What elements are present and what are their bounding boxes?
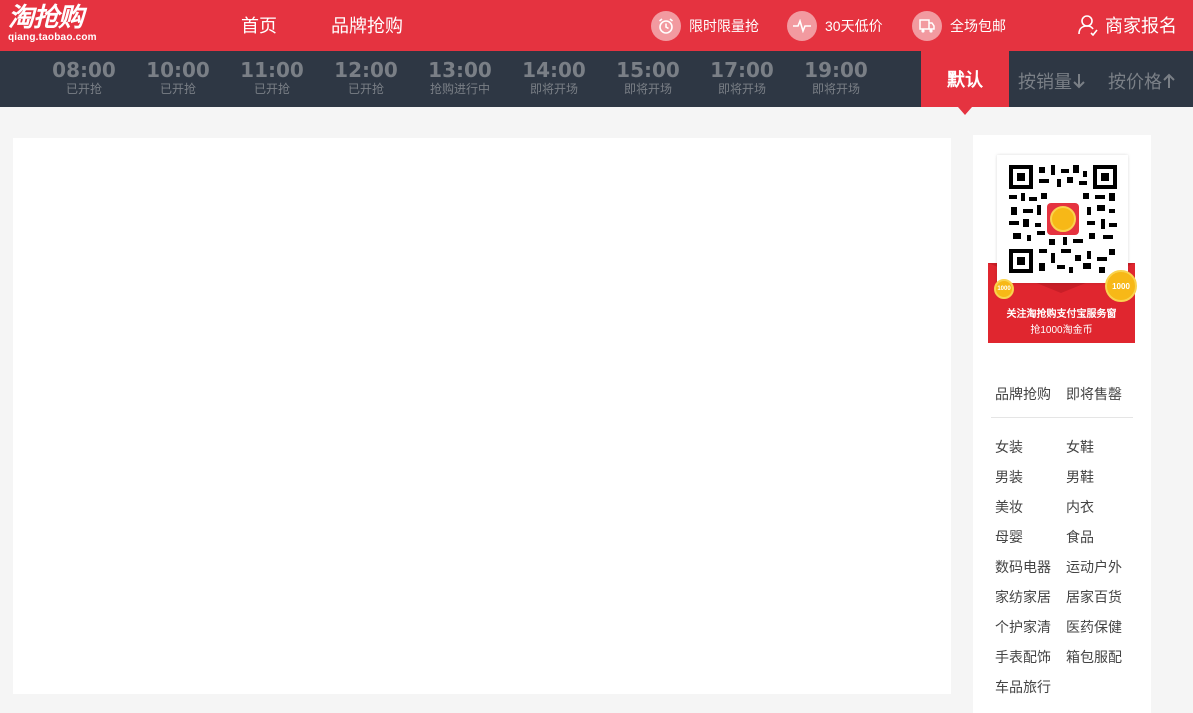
timeslot-item[interactable]: 15:00 即将开场 <box>603 59 693 97</box>
timeslot-item[interactable]: 14:00 即将开场 <box>509 59 599 97</box>
category-link[interactable]: 箱包服配 <box>1066 647 1122 667</box>
sidebar-link-almost-sold-out[interactable]: 即将售罄 <box>1066 384 1122 404</box>
feature-label: 全场包邮 <box>950 18 1006 34</box>
timeslot-time: 15:00 <box>616 58 680 82</box>
timeslot-status: 即将开场 <box>717 82 766 96</box>
feature-limited-time: 限时限量抢 <box>651 11 759 41</box>
timeslot-item[interactable]: 13:00 抢购进行中 <box>415 59 505 97</box>
sort-by-sales[interactable]: 按销量 <box>1018 68 1086 94</box>
sidebar-divider <box>991 417 1133 418</box>
timeslot-status: 已开抢 <box>159 82 196 96</box>
user-icon <box>1078 15 1098 36</box>
delivery-truck-icon <box>912 11 942 41</box>
gold-coin-icon: 1000 <box>1105 270 1137 302</box>
pulse-line-icon <box>787 11 817 41</box>
right-sidebar: 1000 1000 关注淘抢购支付宝服务窗 抢1000淘金币 品牌抢购 即将售罄… <box>973 135 1151 713</box>
category-link[interactable]: 个护家清 <box>995 617 1051 637</box>
feature-label: 限时限量抢 <box>689 18 759 34</box>
category-link[interactable]: 美妆 <box>995 497 1023 517</box>
timeslot-status: 已开抢 <box>65 82 102 96</box>
merchant-signup-label: 商家报名 <box>1105 16 1177 36</box>
merchant-signup-link[interactable]: 商家报名 <box>1077 12 1177 38</box>
timeslot-time: 19:00 <box>804 58 868 82</box>
timeslot-time: 13:00 <box>428 58 492 82</box>
timeslot-item[interactable]: 12:00 已开抢 <box>321 59 411 97</box>
timeslot-status: 已开抢 <box>253 82 290 96</box>
category-link[interactable]: 手表配饰 <box>995 647 1051 667</box>
arrow-down-icon <box>1073 74 1085 89</box>
timeslot-status: 即将开场 <box>623 82 672 96</box>
timeslot-time: 17:00 <box>710 58 774 82</box>
site-logo[interactable]: 淘抢购 qiang.taobao.com <box>8 4 108 46</box>
timeslot-time: 11:00 <box>240 58 304 82</box>
sidebar-link-brand-sale[interactable]: 品牌抢购 <box>995 384 1051 404</box>
qr-code <box>997 155 1128 283</box>
logo-text: 淘抢购 <box>8 3 84 33</box>
sort-by-sales-label: 按销量 <box>1018 72 1072 92</box>
timeslot-time: 12:00 <box>334 58 398 82</box>
gold-coin-icon: 1000 <box>994 279 1014 299</box>
timeslot-item[interactable]: 17:00 即将开场 <box>697 59 787 97</box>
alarm-clock-icon <box>651 11 681 41</box>
logo-domain: qiang.taobao.com <box>8 32 97 43</box>
category-link[interactable]: 居家百货 <box>1066 587 1122 607</box>
timeslot-item[interactable]: 11:00 已开抢 <box>227 59 317 97</box>
sort-by-price[interactable]: 按价格 <box>1108 68 1176 94</box>
timeslot-item[interactable]: 19:00 即将开场 <box>791 59 881 97</box>
timeslot-status: 即将开场 <box>529 82 578 96</box>
arrow-up-icon <box>1163 73 1175 88</box>
category-link[interactable]: 车品旅行 <box>995 677 1051 697</box>
category-link[interactable]: 食品 <box>1066 527 1094 547</box>
feature-free-shipping: 全场包邮 <box>912 11 1006 41</box>
category-link[interactable]: 女装 <box>995 437 1023 457</box>
timeslot-bar: 08:00 已开抢 10:00 已开抢 11:00 已开抢 12:00 已开抢 … <box>0 51 1193 115</box>
sort-by-price-label: 按价格 <box>1108 72 1162 92</box>
category-link[interactable]: 男装 <box>995 467 1023 487</box>
feature-30day-low-price: 30天低价 <box>787 11 883 41</box>
category-link[interactable]: 运动户外 <box>1066 557 1122 577</box>
qr-code-icon <box>1006 163 1119 275</box>
timeslot-status: 抢购进行中 <box>429 82 490 96</box>
category-link[interactable]: 女鞋 <box>1066 437 1094 457</box>
category-link[interactable]: 内衣 <box>1066 497 1094 517</box>
timeslot-item[interactable]: 08:00 已开抢 <box>39 59 129 97</box>
timeslot-time: 10:00 <box>146 58 210 82</box>
feature-label: 30天低价 <box>825 18 883 34</box>
nav-home[interactable]: 首页 <box>241 12 277 38</box>
category-link[interactable]: 男鞋 <box>1066 467 1094 487</box>
top-header: 淘抢购 qiang.taobao.com 首页 品牌抢购 限时限量抢 30天低价… <box>0 0 1193 51</box>
category-link[interactable]: 母婴 <box>995 527 1023 547</box>
alipay-promo-card[interactable]: 1000 1000 关注淘抢购支付宝服务窗 抢1000淘金币 <box>988 155 1137 343</box>
sort-default-tab[interactable]: 默认 <box>921 51 1009 115</box>
product-list-area <box>13 138 951 694</box>
category-link[interactable]: 医药保健 <box>1066 617 1122 637</box>
timeslot-time: 08:00 <box>52 58 116 82</box>
timeslot-status: 即将开场 <box>811 82 860 96</box>
nav-brand-sale[interactable]: 品牌抢购 <box>331 12 403 38</box>
timeslot-item[interactable]: 10:00 已开抢 <box>133 59 223 97</box>
category-link[interactable]: 家纺家居 <box>995 587 1051 607</box>
promo-subtitle: 抢1000淘金币 <box>1030 325 1093 336</box>
promo-title: 关注淘抢购支付宝服务窗 <box>1006 309 1117 320</box>
category-link[interactable]: 数码电器 <box>995 557 1051 577</box>
timeslot-status: 已开抢 <box>347 82 384 96</box>
timeslot-time: 14:00 <box>522 58 586 82</box>
